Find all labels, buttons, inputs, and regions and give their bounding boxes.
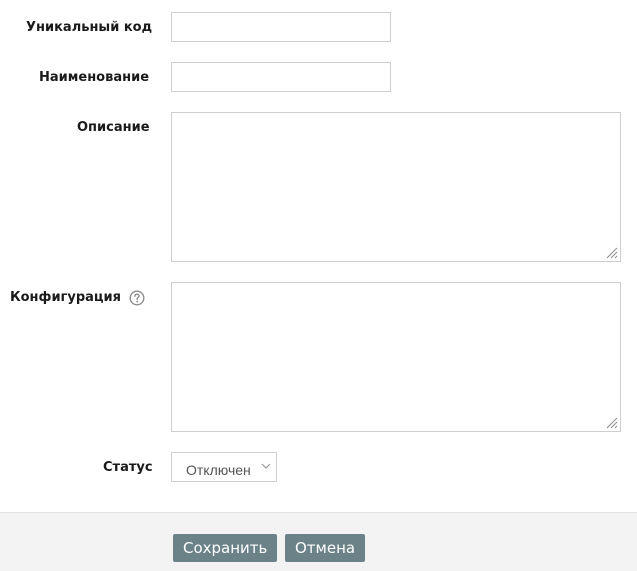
configuration-label: Конфигурация [10, 290, 121, 305]
description-label: Описание [77, 120, 150, 135]
code-label: Уникальный код [26, 20, 153, 35]
name-label: Наименование [39, 70, 150, 85]
status-select[interactable]: Отключен [171, 452, 277, 482]
resize-grip-icon[interactable] [606, 247, 618, 259]
code-input[interactable] [171, 12, 391, 42]
description-textarea[interactable] [171, 112, 621, 262]
name-input[interactable] [171, 62, 391, 92]
save-button[interactable]: Сохранить [173, 534, 277, 562]
cancel-button[interactable]: Отмена [285, 534, 365, 562]
form-footer: Сохранить Отмена [0, 512, 637, 571]
question-circle-icon[interactable] [129, 290, 145, 306]
chevron-down-icon [261, 463, 271, 469]
status-label: Статус [103, 460, 153, 475]
status-selected-value: Отключен [186, 462, 251, 478]
resize-grip-icon[interactable] [606, 417, 618, 429]
configuration-textarea[interactable] [171, 282, 621, 432]
